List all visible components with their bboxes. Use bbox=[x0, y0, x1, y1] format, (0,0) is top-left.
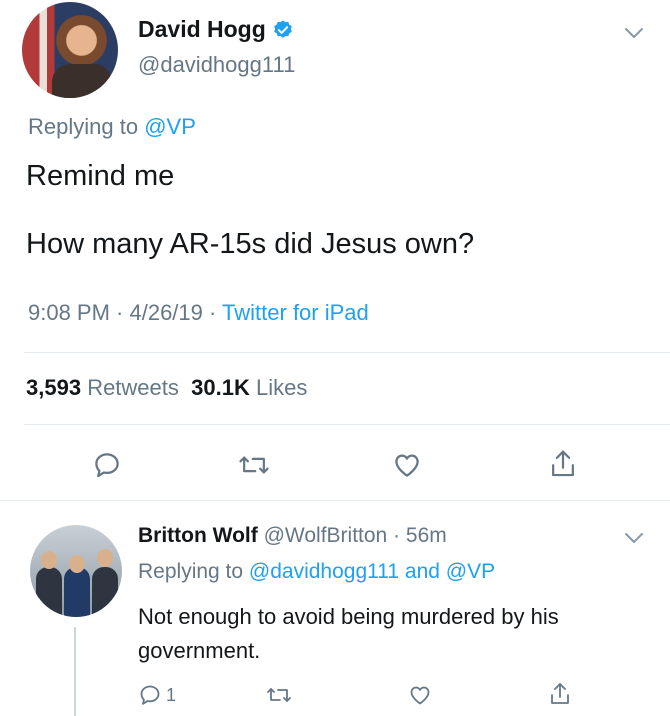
retweet-button[interactable] bbox=[266, 683, 292, 707]
avatar[interactable] bbox=[22, 2, 118, 98]
replying-to: Replying to @VP bbox=[28, 114, 196, 140]
share-icon bbox=[552, 450, 574, 477]
author-name-row: David Hogg bbox=[138, 16, 294, 43]
like-icon bbox=[410, 686, 430, 705]
tweet-text-line-2: How many AR-15s did Jesus own? bbox=[26, 228, 475, 260]
avatar-figure bbox=[36, 567, 62, 617]
retweets-label[interactable]: Retweets bbox=[87, 375, 179, 400]
author-handle[interactable]: @davidhogg111 bbox=[138, 52, 295, 78]
retweets-count[interactable]: 3,593 bbox=[26, 375, 81, 400]
reply-button[interactable]: 1 bbox=[138, 683, 176, 707]
like-button[interactable] bbox=[408, 683, 432, 707]
reply-text: Not enough to avoid being murdered by hi… bbox=[138, 604, 559, 663]
avatar-figure-head bbox=[69, 555, 85, 573]
chevron-down-icon[interactable] bbox=[624, 26, 644, 40]
tweet-text-line-1: Remind me bbox=[26, 160, 175, 192]
verified-badge-icon bbox=[273, 19, 292, 38]
avatar-figure bbox=[92, 567, 118, 617]
tweet-stats: 3,593 Retweets 30.1K Likes bbox=[26, 375, 307, 401]
avatar-figure-head bbox=[97, 549, 113, 567]
main-tweet: David Hogg @davidhogg111 Replying to @VP… bbox=[0, 0, 670, 500]
like-icon bbox=[395, 454, 419, 477]
replying-prefix: Replying to bbox=[138, 560, 249, 583]
reply-author-name[interactable]: Britton Wolf bbox=[138, 524, 258, 547]
reply-button[interactable] bbox=[92, 450, 122, 480]
share-button[interactable] bbox=[548, 448, 578, 480]
retweet-icon bbox=[239, 456, 269, 474]
tweet-time[interactable]: 9:08 PM · 4/26/19 · bbox=[28, 300, 222, 325]
avatar[interactable] bbox=[30, 525, 122, 617]
tweet-source[interactable]: Twitter for iPad bbox=[222, 300, 369, 325]
reply-icon bbox=[95, 453, 119, 478]
reply-author-row: Britton Wolf @WolfBritton · 56m bbox=[138, 524, 447, 548]
likes-label[interactable]: Likes bbox=[256, 375, 307, 400]
share-button[interactable] bbox=[548, 681, 572, 707]
avatar-figure bbox=[64, 567, 90, 617]
tweet-timestamp: 9:08 PM · 4/26/19 · Twitter for iPad bbox=[28, 300, 369, 326]
reply-icon bbox=[140, 685, 160, 705]
thread-line bbox=[74, 627, 76, 716]
replying-prefix: Replying to bbox=[28, 114, 145, 139]
reply-count: 1 bbox=[166, 684, 177, 705]
like-button[interactable] bbox=[392, 450, 422, 480]
share-icon bbox=[551, 683, 569, 704]
divider bbox=[24, 424, 670, 425]
divider bbox=[24, 352, 670, 353]
avatar-shirt bbox=[52, 64, 112, 98]
reply-replying-to: Replying to @davidhogg111 and @VP bbox=[138, 560, 495, 584]
replying-to-link[interactable]: @VP bbox=[144, 114, 196, 139]
replying-to-link[interactable]: @davidhogg111 and @VP bbox=[249, 560, 495, 583]
reply-author-handle-time[interactable]: @WolfBritton · 56m bbox=[264, 524, 447, 547]
avatar-figure-head bbox=[41, 551, 57, 569]
chevron-down-icon[interactable] bbox=[624, 531, 644, 545]
retweet-icon bbox=[267, 688, 291, 702]
author-display-name[interactable]: David Hogg bbox=[138, 16, 266, 43]
likes-count[interactable]: 30.1K bbox=[191, 375, 250, 400]
retweet-button[interactable] bbox=[238, 450, 270, 480]
